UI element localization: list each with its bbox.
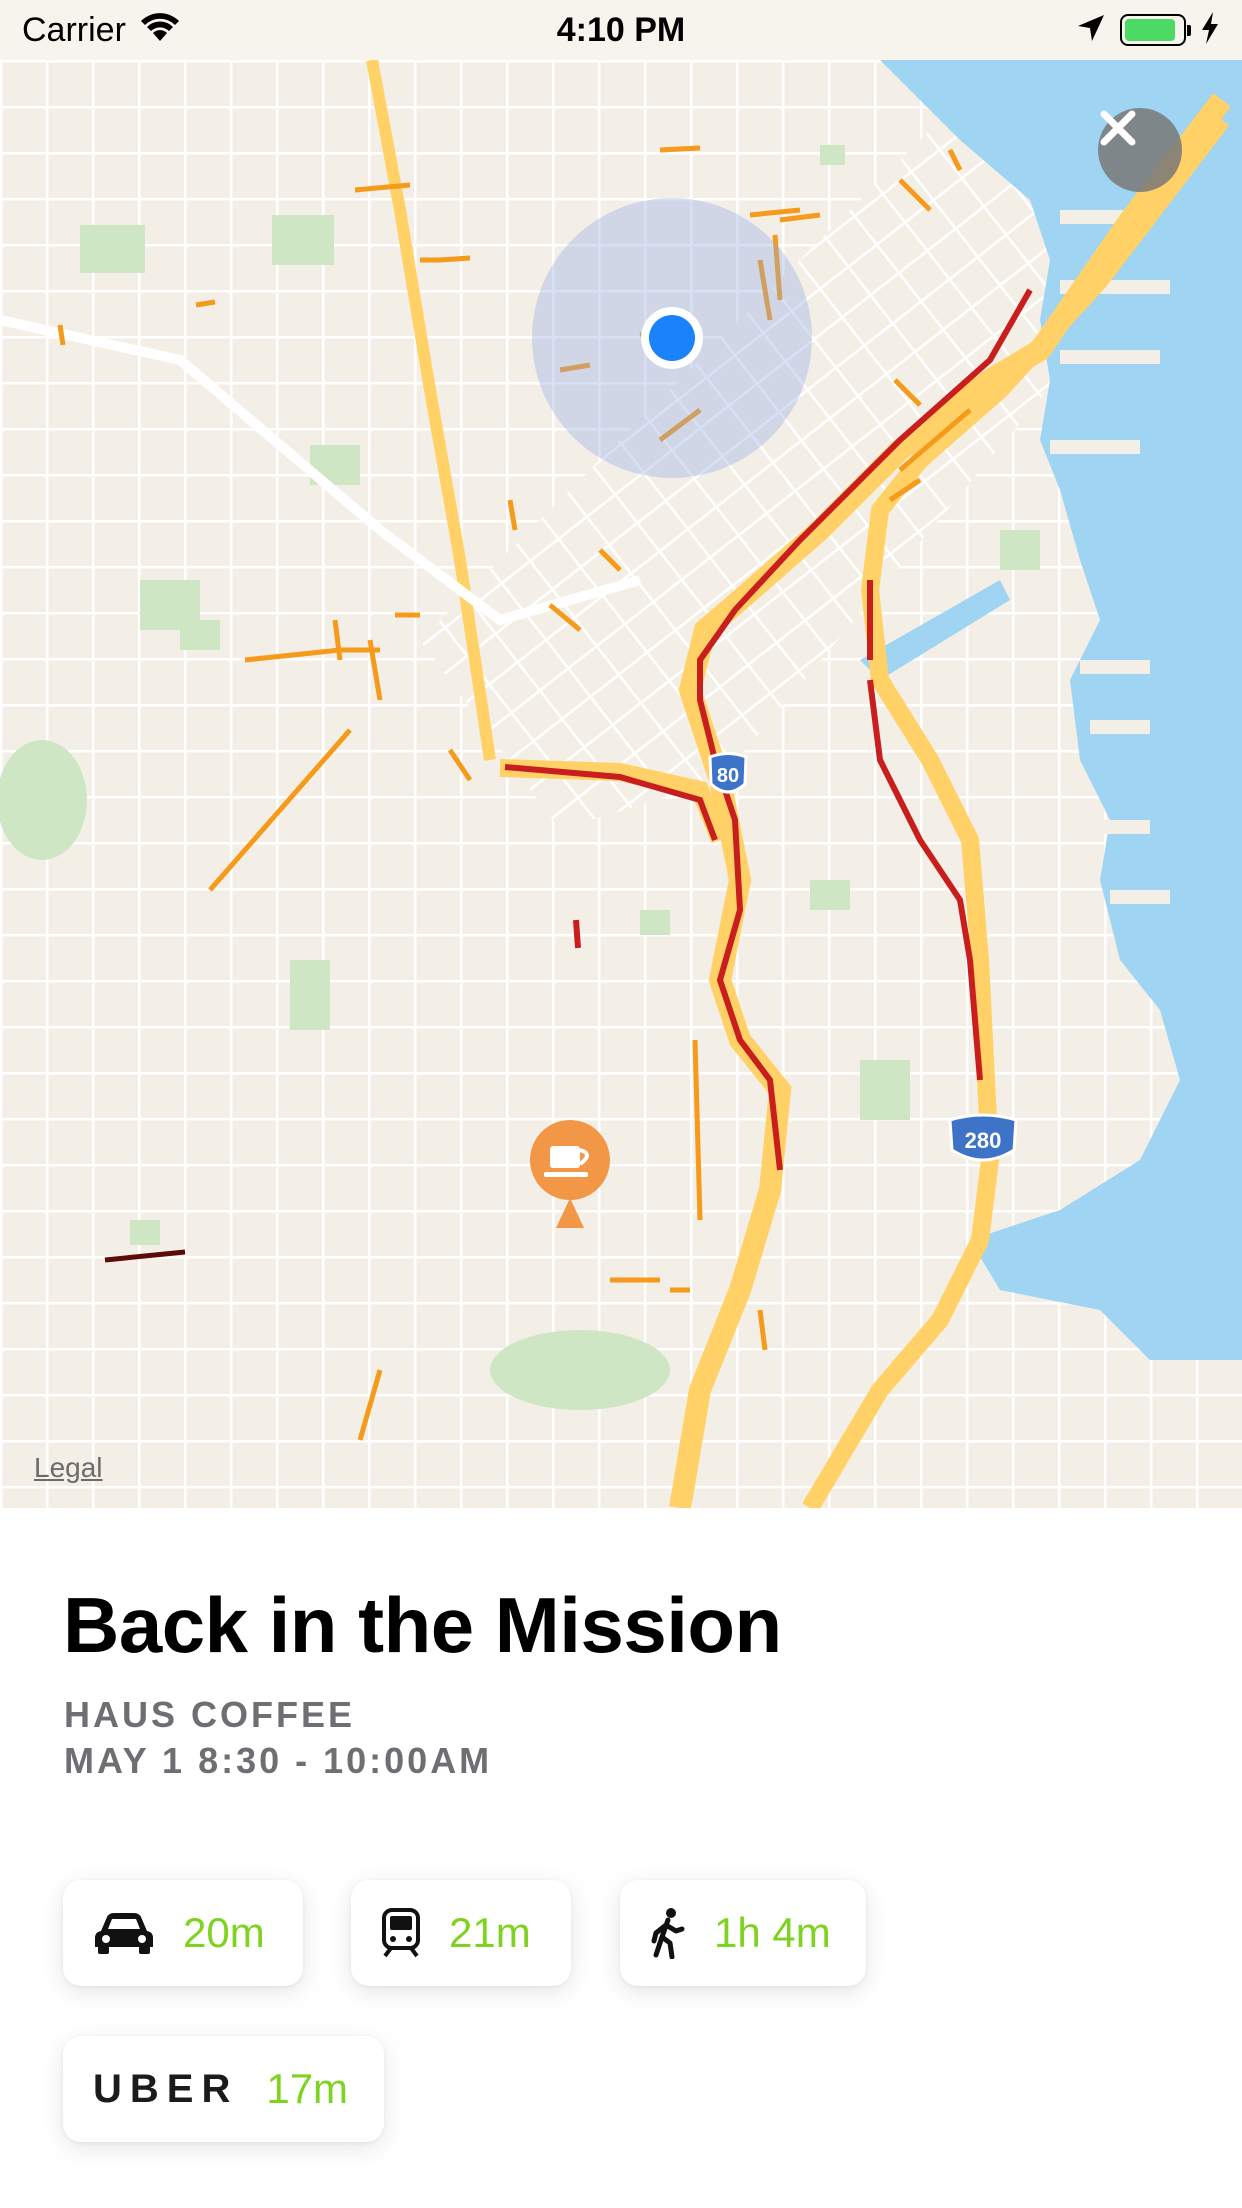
- coffee-cup-icon: [544, 1146, 589, 1177]
- venue-name: HAUS COFFEE: [64, 1694, 356, 1735]
- travel-option-transit[interactable]: 21m: [351, 1880, 571, 1986]
- travel-option-uber[interactable]: UBER 17m: [63, 2036, 384, 2142]
- train-icon: [382, 1908, 420, 1958]
- car-duration: 20m: [183, 1909, 265, 1956]
- uber-logo: UBER: [93, 2066, 239, 2111]
- transit-duration: 21m: [449, 1909, 531, 1956]
- battery-cap: [1187, 25, 1191, 36]
- battery-icon: [1120, 14, 1191, 46]
- shield-280: 280: [948, 1113, 1018, 1162]
- status-bar: Carrier 4:10 PM: [0, 0, 1242, 60]
- walk-duration: 1h 4m: [714, 1909, 831, 1956]
- uber-duration: 17m: [266, 2065, 349, 2112]
- svg-text:280: 280: [965, 1128, 1002, 1153]
- close-icon: [1100, 110, 1136, 146]
- svg-text:80: 80: [717, 765, 739, 787]
- carrier-label: Carrier: [22, 10, 126, 49]
- map-canvas[interactable]: 80 280: [0, 60, 1242, 1508]
- status-left: Carrier: [22, 11, 180, 50]
- event-time: MAY 1 8:30 - 10:00AM: [64, 1740, 493, 1781]
- event-title: Back in the Mission: [63, 1581, 782, 1669]
- clock: 4:10 PM: [556, 10, 686, 49]
- legal-link[interactable]: Legal: [34, 1452, 103, 1484]
- user-location-dot[interactable]: [649, 315, 695, 361]
- shield-80: 80: [708, 752, 748, 794]
- battery-level: [1125, 19, 1176, 41]
- event-details-panel: Back in the Mission HAUS COFFEE MAY 1 8:…: [0, 1508, 1242, 2208]
- car-icon: [95, 1913, 153, 1954]
- wifi-icon: [140, 12, 180, 48]
- travel-option-walk[interactable]: 1h 4m: [620, 1880, 866, 1986]
- status-right: [1076, 11, 1220, 49]
- location-arrow-icon: [1076, 13, 1106, 48]
- walking-person-icon: [651, 1908, 685, 1959]
- travel-option-car[interactable]: 20m: [63, 1880, 303, 1986]
- charging-bolt-icon: [1200, 11, 1220, 49]
- close-button[interactable]: [1098, 108, 1182, 192]
- map-view[interactable]: 80 280 Legal: [0, 60, 1242, 1508]
